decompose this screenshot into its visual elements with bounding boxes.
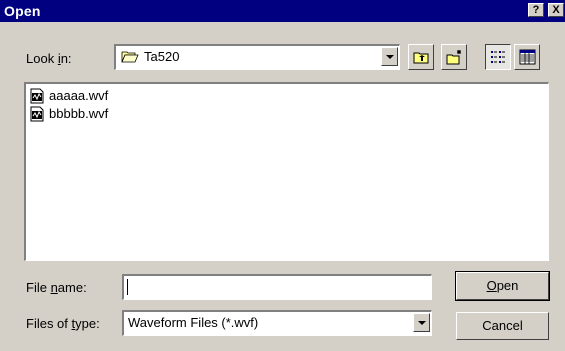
list-view-button[interactable] xyxy=(485,44,511,70)
file-name: aaaaa.wvf xyxy=(49,88,109,103)
details-view-button[interactable] xyxy=(514,44,540,70)
look-in-value: Ta520 xyxy=(144,49,180,64)
cancel-button[interactable]: Cancel xyxy=(456,312,549,340)
files-of-type-label: Files of type: xyxy=(26,316,100,331)
chevron-down-icon[interactable] xyxy=(413,313,430,332)
chevron-down-icon[interactable] xyxy=(381,47,398,66)
look-in-dropdown[interactable]: Ta520 xyxy=(114,44,400,70)
open-button[interactable]: Open xyxy=(455,271,550,301)
files-of-type-dropdown[interactable]: Waveform Files (*.wvf) xyxy=(122,310,432,336)
help-button[interactable]: ? xyxy=(528,3,544,17)
dialog-title: Open xyxy=(4,3,41,19)
file-name-input[interactable] xyxy=(122,274,432,300)
file-name: bbbbb.wvf xyxy=(49,106,109,121)
file-name-label: File name: xyxy=(26,280,87,295)
details-view-icon xyxy=(519,49,536,65)
open-dialog: Open ? X Look in: Ta520 aaaaa.wvf bbbbb.… xyxy=(0,0,565,351)
create-new-folder-button[interactable] xyxy=(441,44,467,70)
list-view-icon xyxy=(491,51,505,63)
text-caret xyxy=(127,279,128,295)
title-bar[interactable]: Open ? X xyxy=(0,0,565,22)
file-list[interactable]: aaaaa.wvf bbbbb.wvf xyxy=(24,82,549,261)
new-folder-icon xyxy=(446,50,461,65)
up-folder-icon xyxy=(413,52,429,64)
files-of-type-value: Waveform Files (*.wvf) xyxy=(128,315,259,330)
up-one-level-button[interactable] xyxy=(408,44,434,70)
waveform-file-icon xyxy=(30,88,44,104)
open-folder-icon xyxy=(121,51,139,63)
waveform-file-icon xyxy=(30,106,44,122)
close-button[interactable]: X xyxy=(548,3,564,17)
look-in-label: Look in: xyxy=(26,51,72,66)
